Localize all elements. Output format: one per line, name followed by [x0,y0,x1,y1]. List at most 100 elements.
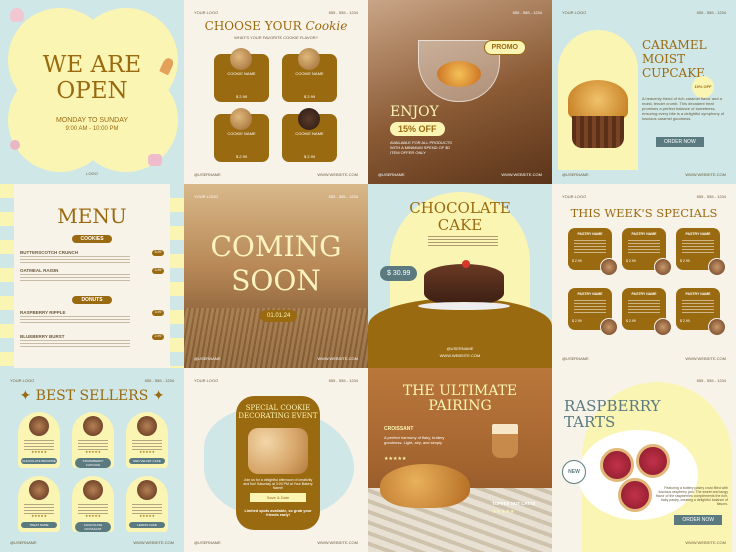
menu-title: MENU [57,204,127,228]
cookie-card[interactable]: COOKIE NAME $ 2.99 [214,108,269,162]
pastry-card[interactable]: PASTRY NAME $ 2.99 [676,288,726,336]
item1-description: A perfect harmony of flaky, buttery good… [384,435,445,445]
cookie-card[interactable]: COOKIE NAME $ 2.99 [282,108,337,162]
best-seller-card[interactable]: ★★★★★ TREAT NAME [18,476,60,532]
title-prefix: CHOOSE YOUR [204,19,302,33]
card-price: $ 2.99 [626,259,636,263]
logo-text: YOUR LOGO [194,194,219,199]
website-text: WWW.WEBSITE.COM [439,353,481,358]
best-seller-card[interactable]: ★★★★★ CHOCOLATE CROISSANT [72,476,114,532]
treat-name: LEMON CAKE [129,522,165,528]
card-description-lines [24,504,54,514]
cake-plate [418,302,510,310]
card-description-lines [24,440,54,450]
treat-name: STRAWBERRY CUPCAKE [75,458,111,468]
cupcake-base-image [572,116,624,148]
item-price: 3.99 [152,310,164,316]
best-seller-card[interactable]: ★★★★★ RED VELVET CAKE [126,412,168,468]
card-label: PASTRY NAME [631,232,657,236]
item-description-lines [20,316,130,324]
title-line-1: CHOCOLATE [409,199,511,217]
tile-caramel-cupcake: YOUR LOGO 555 - 555 - 1234 CARAMEL MOIST… [552,0,736,184]
save-date-button[interactable]: Save & Date [250,493,306,502]
phone-text: 555 - 555 - 1234 [328,194,358,199]
event-spots: Limited spots available, so grab your fr… [244,509,312,517]
heading-line-1: WE ARE [42,52,142,78]
item1-name: CROISSANT [384,426,414,432]
enjoy-text: ENJOY [390,104,439,120]
best-seller-card[interactable]: ★★★★★ STRAWBERRY CUPCAKE [72,412,114,468]
order-now-button[interactable]: ORDER NOW [674,515,722,525]
open-days: MONDAY TO SUNDAY [55,117,129,124]
fine-print: AVAILABLE FOR ALL PRODUCTS WITH A MINIMU… [390,140,452,155]
launch-date-pill: 01.01.24 [260,310,298,322]
pastry-card[interactable]: PASTRY NAME $ 2.99 [622,288,672,336]
username-text: @USERNAME [562,172,589,177]
phone-text: 555 - 555 - 1234 [328,378,358,383]
open-hours: 9:00 AM - 10:00 PM [65,126,119,132]
cookie-image [298,108,320,130]
item-name: BLUEBERRY BURST [20,334,65,339]
pastry-card[interactable]: PASTRY NAME $ 2.99 [676,228,726,276]
cookies-image [248,428,308,474]
pastry-card[interactable]: PASTRY NAME $ 2.99 [568,228,618,276]
card-description-lines [574,240,606,254]
pastry-card[interactable]: PASTRY NAME $ 2.99 [622,228,672,276]
coming-soon-heading: COMING SOON [184,230,368,298]
pastry-image [600,318,618,336]
item-description-lines [20,340,130,348]
phone-text: 555 - 555 - 1234 [696,194,726,199]
best-seller-card[interactable]: ★★★★★ LEMON CAKE [126,476,168,532]
card-stars: ★★★★★ [139,450,155,454]
phone-text: 555 - 555 - 1234 [696,10,726,15]
title-line-1: CARAMEL MOIST [642,38,707,66]
card-stars: ★★★★★ [139,514,155,518]
card-price: $ 2.99 [626,319,636,323]
username-text: @USERNAME [194,172,221,177]
rating-stars: ★★★★★ [384,456,407,462]
event-title: SPECIAL COOKIE DECORATING EVENT [236,404,320,420]
website-text: WWW.WEBSITE.COM [501,172,542,177]
title-text: BEST SELLERS [35,388,149,404]
pastry-card[interactable]: PASTRY NAME $ 2.99 [568,288,618,336]
card-stars: ★★★★★ [31,450,47,454]
phone-text: 555 - 555 - 1234 [512,10,542,15]
template-grid: WE ARE OPEN MONDAY TO SUNDAY 9:00 AM - 1… [0,0,736,552]
item-price: 5.99 [152,250,164,256]
menu-item: OATMEAL RAISIN 3.99 [20,268,164,282]
flan-image [437,61,481,87]
card-price: $ 2.99 [680,319,690,323]
cookie-card[interactable]: COOKIE NAME $ 2.99 [282,48,337,102]
card-label: PASTRY NAME [685,232,711,236]
best-sellers-title: ✦ BEST SELLERS ✦ [19,388,165,404]
plate-image [578,430,698,520]
discount-badge: 15% OFF [692,76,714,98]
logo-text: YOUR LOGO [194,10,219,15]
section-cookies: COOKIES [72,235,112,243]
arch-shape [558,30,638,170]
logo-text: YOUR LOGO [562,10,587,15]
section-donuts: DONUTS [72,296,112,304]
tile-choose-cookie: YOUR LOGO 555 - 555 - 1234 CHOOSE YOUR C… [184,0,368,184]
cupcake-title: CARAMEL MOIST CUPCAKE [642,38,732,80]
treat-image [29,416,49,436]
best-seller-card[interactable]: ★★★★★ CHOCOLATE BROWNIE [18,412,60,468]
cookie-card[interactable]: COOKIE NAME $ 2.99 [214,48,269,102]
heading-line-1: COMING [210,230,342,263]
order-now-button[interactable]: ORDER NOW [656,137,704,147]
pairing-title: THE ULTIMATE PAIRING [368,384,552,414]
title-script: Cookie [305,19,348,33]
product-description: Featuring a buttery pastry crust filled … [656,486,728,506]
tart-image [618,478,652,512]
product-description: A heavenly blend of rich caramel flavor … [642,96,725,121]
croissant-image [380,464,470,508]
event-details: Join us for a delightful afternoon of cr… [243,478,313,490]
tart-image [636,444,670,478]
treat-name: CHOCOLATE CROISSANT [75,522,111,532]
tile-menu: MENU COOKIES BUTTERSCOTCH CRUNCH 5.99 OA… [0,184,184,368]
treat-image [137,480,157,500]
username-text: @USERNAME [194,356,221,361]
cake-image [424,260,504,306]
card-label: PASTRY NAME [685,292,711,296]
treat-image [137,416,157,436]
